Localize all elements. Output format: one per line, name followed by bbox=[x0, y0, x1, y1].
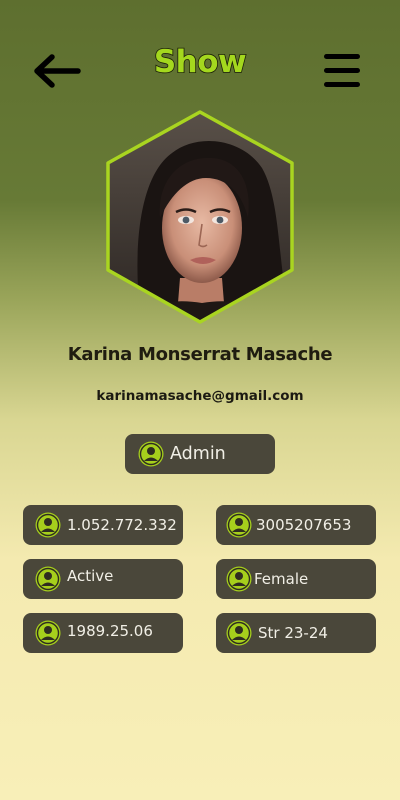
birthdate-value: 1989.25.06 bbox=[67, 622, 153, 640]
user-icon bbox=[35, 566, 61, 592]
id-number-value: 1.052.772.332 bbox=[67, 516, 177, 534]
menu-button[interactable] bbox=[322, 54, 362, 90]
birthdate-field: 1989.25.06 bbox=[23, 613, 183, 653]
status-field: Active bbox=[23, 559, 183, 599]
status-value: Active bbox=[67, 567, 114, 585]
user-icon bbox=[35, 512, 61, 538]
phone-value: 3005207653 bbox=[256, 516, 352, 534]
address-value: Str 23-24 bbox=[258, 624, 328, 642]
role-badge: Admin bbox=[125, 434, 275, 474]
profile-avatar bbox=[102, 108, 298, 328]
profile-name: Karina Monserrat Masache bbox=[67, 344, 333, 365]
profile-photo bbox=[106, 110, 294, 324]
hamburger-line bbox=[324, 68, 360, 73]
phone-field: 3005207653 bbox=[216, 505, 376, 545]
profile-email: karinamasache@gmail.com bbox=[96, 388, 304, 404]
user-icon bbox=[226, 566, 252, 592]
address-field: Str 23-24 bbox=[216, 613, 376, 653]
gender-field: Female bbox=[216, 559, 376, 599]
user-icon bbox=[138, 441, 164, 467]
user-icon bbox=[226, 512, 252, 538]
user-icon bbox=[226, 620, 252, 646]
role-label: Admin bbox=[170, 444, 226, 464]
id-number-field: 1.052.772.332 bbox=[23, 505, 183, 545]
user-icon bbox=[35, 620, 61, 646]
gender-value: Female bbox=[254, 570, 309, 588]
hamburger-line bbox=[324, 82, 360, 87]
hamburger-menu-icon bbox=[324, 54, 360, 59]
